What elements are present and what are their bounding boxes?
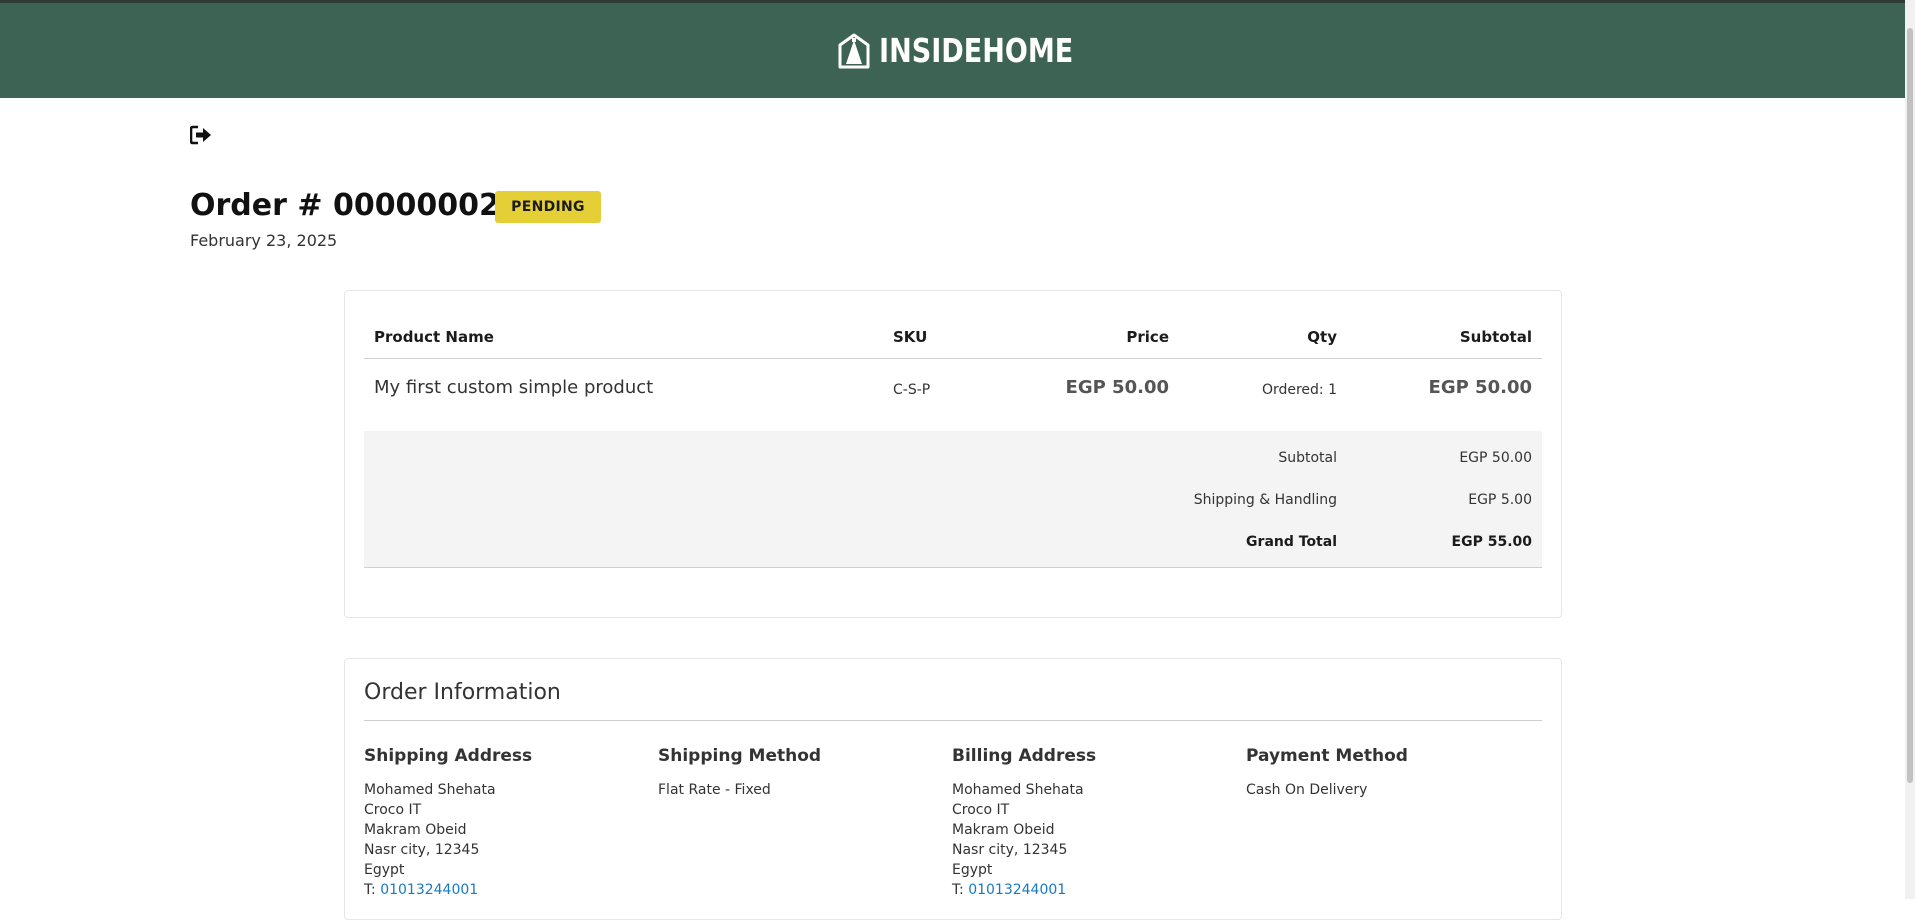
payment-method-block: Payment Method Cash On Delivery <box>1246 746 1526 800</box>
sign-out-button[interactable] <box>189 125 214 147</box>
order-status-badge: PENDING <box>495 191 601 223</box>
order-information-title: Order Information <box>364 680 561 705</box>
phone-prefix: T: <box>952 882 969 898</box>
house-tent-icon <box>838 33 869 68</box>
order-items-card: Product Name SKU Price Qty Subtotal My f… <box>344 290 1562 618</box>
totals-subtotal-row: Subtotal EGP 50.00 <box>364 450 1542 470</box>
column-header-product-name: Product Name <box>374 328 494 346</box>
shipping-address-heading: Shipping Address <box>364 746 533 766</box>
column-header-qty: Qty <box>1307 328 1337 346</box>
grand-total-label: Grand Total <box>1246 534 1337 550</box>
shipping-address-block: Shipping Address Mohamed Shehata Croco I… <box>364 746 644 900</box>
column-header-sku: SKU <box>893 328 928 346</box>
subtotal-value: EGP 50.00 <box>1459 450 1532 466</box>
payment-method-value: Cash On Delivery <box>1246 782 1368 798</box>
order-information-card: Order Information Shipping Address Moham… <box>344 658 1562 920</box>
order-date: February 23, 2025 <box>190 231 338 250</box>
product-subtotal: EGP 50.00 <box>1428 377 1532 398</box>
page-scrollbar[interactable] <box>1905 0 1915 899</box>
brand-logo[interactable]: INSIDEHOME <box>837 31 1073 70</box>
table-header-divider <box>364 358 1542 359</box>
brand-name: INSIDEHOME <box>878 31 1073 70</box>
product-price: EGP 50.00 <box>1065 377 1169 398</box>
order-totals: Subtotal EGP 50.00 Shipping & Handling E… <box>364 431 1542 568</box>
billing-name: Mohamed Shehata <box>952 782 1084 798</box>
shipping-method-value: Flat Rate - Fixed <box>658 782 771 798</box>
totals-grand-total-row: Grand Total EGP 55.00 <box>364 534 1542 554</box>
billing-company: Croco IT <box>952 802 1010 818</box>
shipping-method-block: Shipping Method Flat Rate - Fixed <box>658 746 938 800</box>
billing-street: Makram Obeid <box>952 822 1055 838</box>
subtotal-label: Subtotal <box>1278 450 1337 466</box>
product-name: My first custom simple product <box>374 377 654 398</box>
shipping-company: Croco IT <box>364 802 422 818</box>
shipping-value: EGP 5.00 <box>1468 492 1532 508</box>
product-sku: C-S-P <box>893 382 931 398</box>
column-header-subtotal: Subtotal <box>1459 328 1532 346</box>
shipping-method-heading: Shipping Method <box>658 746 822 766</box>
billing-phone-link[interactable]: 01013244001 <box>968 882 1066 898</box>
grand-total-value: EGP 55.00 <box>1451 534 1532 550</box>
sign-out-icon <box>189 125 211 145</box>
phone-prefix: T: <box>364 882 381 898</box>
product-qty: Ordered: 1 <box>1261 382 1337 398</box>
shipping-country: Egypt <box>364 862 405 878</box>
shipping-label: Shipping & Handling <box>1193 492 1337 508</box>
column-header-price: Price <box>1126 328 1169 346</box>
payment-method-heading: Payment Method <box>1246 746 1408 766</box>
scrollbar-thumb[interactable] <box>1907 28 1913 783</box>
billing-city: Nasr city, 12345 <box>952 842 1068 858</box>
shipping-phone-link[interactable]: 01013244001 <box>380 882 478 898</box>
billing-address-block: Billing Address Mohamed Shehata Croco IT… <box>952 746 1232 900</box>
shipping-name: Mohamed Shehata <box>364 782 496 798</box>
shipping-street: Makram Obeid <box>364 822 467 838</box>
page-title: Order # 000000023 <box>190 188 521 223</box>
billing-country: Egypt <box>952 862 993 878</box>
billing-phone-line: T: 01013244001 <box>952 880 1232 900</box>
shipping-city: Nasr city, 12345 <box>364 842 480 858</box>
site-header: INSIDEHOME <box>0 3 1905 98</box>
totals-shipping-row: Shipping & Handling EGP 5.00 <box>364 492 1542 512</box>
shipping-phone-line: T: 01013244001 <box>364 880 644 900</box>
section-divider <box>364 720 1542 721</box>
billing-address-heading: Billing Address <box>952 746 1097 766</box>
